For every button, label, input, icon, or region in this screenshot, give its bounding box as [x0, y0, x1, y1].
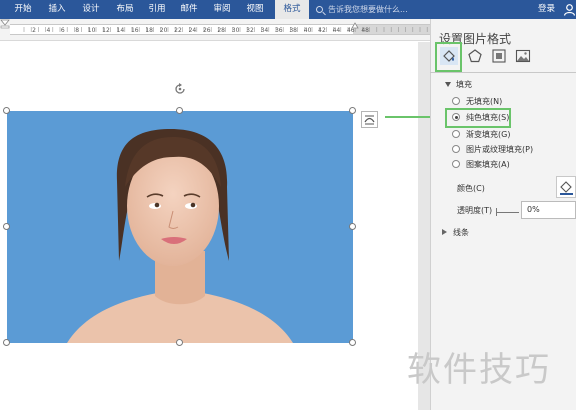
fill-section-header[interactable]: 填充 [445, 79, 472, 90]
effects-pentagon-icon [468, 49, 482, 63]
ruler-tick-label: 18 [145, 27, 154, 34]
ruler-tick-label: 32 [246, 27, 254, 34]
fill-option-gradient[interactable]: 渐变填充(G) [452, 129, 510, 141]
ruler-tick-label: 34 [260, 27, 269, 34]
line-section-label: 线条 [453, 228, 469, 237]
account-icon[interactable] [563, 3, 576, 16]
effects-tab[interactable] [466, 47, 484, 65]
right-indent-marker-icon[interactable] [351, 21, 359, 29]
resize-handle-w[interactable] [3, 223, 10, 230]
fill-option-pattern[interactable]: 图案填充(A) [452, 159, 510, 171]
radio-picture-fill[interactable] [452, 145, 460, 153]
ruler-tick-label: 22 [174, 27, 182, 34]
ruler-tick-label: 30 [231, 27, 240, 34]
resize-handle-n[interactable] [176, 107, 183, 114]
ruler-tick-label: 28 [217, 27, 226, 34]
ruler-tick-label: 38 [289, 27, 298, 34]
horizontal-ruler: 2 4 6 8 10 12 14 16 18 20 22 24 26 28 30 32 34 36 38 40 42 44… [0, 19, 430, 41]
ruler-tick-label: 16 [130, 27, 139, 34]
fill-option-label: 无填充(N) [466, 97, 503, 106]
radio-pattern-fill[interactable] [452, 160, 460, 168]
pane-divider [430, 72, 576, 73]
ruler-tick-label: 20 [159, 27, 168, 34]
resize-handle-sw[interactable] [3, 339, 10, 346]
radio-gradient-fill[interactable] [452, 130, 460, 138]
ruler-labels: 2 4 6 8 10 12 14 16 18 20 22 24 26 28 30 32 34 36 38 40 42 44… [0, 5, 430, 34]
ruler-tick-label: 48 [361, 27, 370, 34]
resize-handle-ne[interactable] [349, 107, 356, 114]
transparency-input[interactable]: 0% [521, 201, 576, 219]
ruler-tick-label: 14 [116, 27, 125, 34]
picture-icon [515, 49, 531, 63]
fill-option-label: 图片或纹理填充(P) [466, 145, 534, 154]
resize-handle-s[interactable] [176, 339, 183, 346]
layout-options-button[interactable] [361, 111, 378, 128]
transparency-label: 透明度(T) [457, 206, 493, 215]
ruler-tick-label: 10 [87, 27, 96, 34]
rotate-handle-icon[interactable] [173, 82, 187, 96]
transparency-slider-track[interactable] [497, 212, 519, 213]
ruler-tick-label: 44 [332, 27, 341, 34]
fill-color-picker[interactable] [556, 176, 576, 198]
ruler-tick-label: 36 [274, 27, 283, 34]
selected-picture[interactable] [7, 111, 353, 343]
layout-options-icon [364, 115, 375, 125]
resize-handle-se[interactable] [349, 339, 356, 346]
ruler-tick-label: 2 [32, 27, 36, 34]
radio-no-fill[interactable] [452, 97, 460, 105]
fill-option-picture-texture[interactable]: 图片或纹理填充(P) [452, 144, 533, 156]
resize-handle-e[interactable] [349, 223, 356, 230]
fill-section-label: 填充 [456, 80, 472, 89]
indent-marker-icon[interactable] [0, 19, 10, 29]
collapse-triangle-icon [445, 82, 451, 87]
ruler-tick-label: 40 [303, 27, 312, 34]
expand-triangle-icon [442, 229, 447, 235]
ruler-tick-label: 42 [318, 27, 326, 34]
fill-option-none[interactable]: 无填充(N) [452, 96, 502, 108]
picture-tab[interactable] [514, 47, 532, 65]
fill-option-label: 渐变填充(G) [466, 130, 511, 139]
resize-handle-nw[interactable] [3, 107, 10, 114]
layout-properties-icon [492, 49, 506, 63]
highlight-fill-line-tab [435, 42, 462, 72]
highlight-solid-fill [445, 108, 511, 128]
portrait-photo [67, 129, 293, 343]
annotation-arrow [385, 116, 435, 118]
line-section-header[interactable]: 线条 [442, 227, 469, 238]
ruler-tick-label: 26 [202, 27, 211, 34]
color-label: 颜色(C) [457, 184, 485, 193]
ruler-tick-label: 4 [46, 27, 51, 34]
ruler-tick-label: 6 [60, 27, 65, 34]
layout-properties-tab[interactable] [490, 47, 508, 65]
ruler-tick-label: 24 [188, 27, 197, 34]
ruler-tick-label: 12 [102, 27, 110, 34]
login-link[interactable]: 登录 [538, 0, 555, 19]
paint-bucket-icon [560, 181, 573, 195]
ruler-tick-label: 8 [75, 27, 80, 34]
fill-option-label: 图案填充(A) [466, 160, 510, 169]
watermark: 软件技巧 [407, 350, 551, 390]
